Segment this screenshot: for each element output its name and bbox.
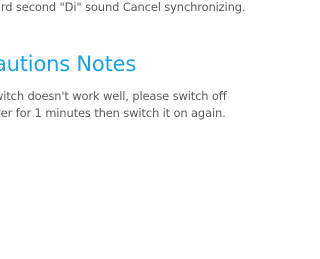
precautions-text-line: witch doesn't work well, please switch o… bbox=[0, 89, 227, 103]
precautions-heading: autions Notes bbox=[0, 52, 137, 76]
precautions-text-line: ver for 1 minutes then switch it on agai… bbox=[0, 106, 226, 120]
document-page: ard second "Di" sound Cancel synchronizi… bbox=[0, 0, 256, 259]
instruction-text: ard second "Di" sound Cancel synchronizi… bbox=[0, 0, 246, 14]
